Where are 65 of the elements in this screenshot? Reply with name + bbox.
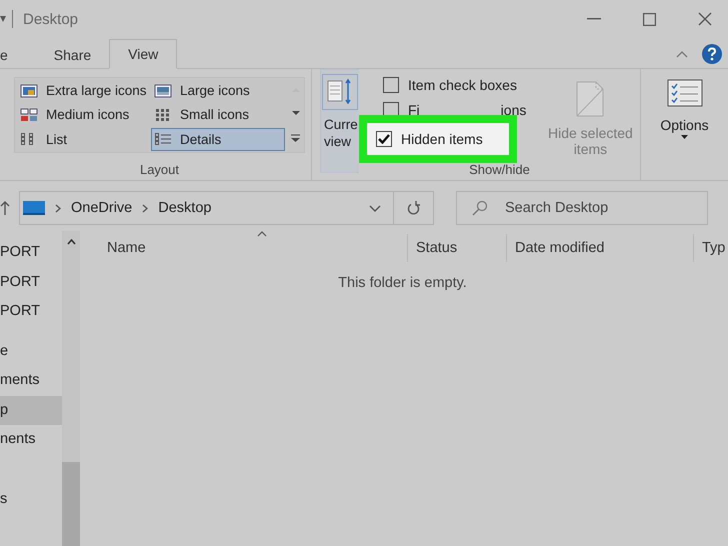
ribbon-tab[interactable]: e [0,41,36,69]
column-header[interactable]: Status [407,234,506,262]
group-label: Show/hide [468,162,531,179]
checkbox-label: ions [500,102,526,118]
ribbon-tab[interactable]: View [109,39,178,69]
collapse-ribbon-icon[interactable] [676,51,688,58]
nav-item[interactable]: p [0,396,62,425]
checkbox-label: Fi [408,102,420,118]
layout-option[interactable]: Large icons [151,79,285,102]
nav-item[interactable]: PORT [0,238,62,268]
list-icon [154,132,172,146]
address-bar[interactable]: OneDrive Desktop [19,191,394,225]
grid-icon [20,108,38,122]
search-field[interactable]: Search Desktop [456,191,708,225]
nav-item[interactable]: nents [0,425,62,454]
minimize-icon[interactable] [587,18,601,20]
checkbox[interactable] [376,131,392,147]
checklist-icon [666,79,702,107]
layout-option[interactable]: List [17,128,151,151]
quick-access-icon[interactable] [0,16,6,22]
layout-option[interactable]: Extra large icons [17,79,151,102]
window-title: Desktop [23,10,78,28]
chevron-down-icon[interactable] [369,204,381,212]
dropdown-arrow-icon [681,135,688,139]
scroll-up-icon[interactable] [66,239,76,245]
layout-option[interactable]: Details [151,128,285,151]
maximize-icon[interactable] [643,12,656,26]
refresh-button[interactable] [394,191,434,225]
help-icon[interactable] [702,44,722,64]
document-icon [575,81,606,117]
column-header[interactable]: Name [107,234,407,262]
layout-option[interactable]: Small icons [151,103,285,126]
refresh-icon [407,200,420,216]
scrollbar[interactable] [62,231,80,546]
column-header[interactable]: Date modified [506,234,693,262]
sort-ascending-icon [257,231,267,237]
nav-item[interactable]: PORT [0,297,62,326]
ribbon-tab[interactable]: Share [36,41,110,69]
close-icon[interactable] [698,12,712,26]
column-header[interactable]: Typ [693,234,726,262]
expand-gallery-icon[interactable] [291,134,300,144]
nav-item[interactable]: s [0,484,62,514]
empty-folder-message: This folder is empty. [337,275,468,291]
breadcrumb[interactable]: Desktop [158,200,212,216]
checkbox-label: Hidden items [401,131,483,147]
picture-icon [20,84,38,98]
up-arrow-icon[interactable] [0,200,10,216]
checkbox[interactable] [383,77,399,93]
checkbox-label: Item check boxes [408,77,517,93]
picture-icon [154,84,172,98]
scroll-down-icon[interactable] [292,110,300,116]
search-icon [472,200,488,216]
desktop-icon [23,201,45,215]
nav-item[interactable]: e [0,336,62,366]
nav-item[interactable]: ments [0,366,62,396]
options-button[interactable]: Options [641,69,728,180]
chevron-right-icon [55,204,61,212]
breadcrumb[interactable]: OneDrive [71,200,132,216]
group-label: Layout [138,162,180,179]
nav-item[interactable]: PORT [0,268,62,297]
current-view-button[interactable]: Curre view [320,69,359,173]
chevron-right-icon [142,204,148,212]
layout-option[interactable]: Medium icons [17,103,151,126]
grid-icon [154,108,172,122]
sort-columns-icon [322,74,358,110]
